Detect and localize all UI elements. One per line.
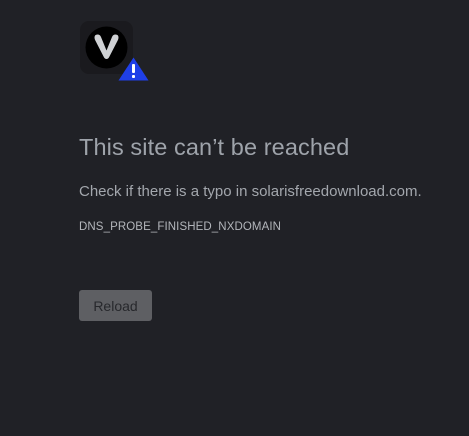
- error-code: DNS_PROBE_FINISHED_NXDOMAIN: [79, 221, 282, 233]
- page-title: This site can’t be reached: [79, 134, 350, 160]
- error-message: Check if there is a typo in solarisfreed…: [79, 183, 422, 200]
- reload-button[interactable]: Reload: [79, 290, 152, 321]
- warning-triangle-icon: [118, 57, 149, 81]
- error-icon: [80, 21, 150, 81]
- error-page: This site can’t be reached Check if ther…: [0, 0, 469, 436]
